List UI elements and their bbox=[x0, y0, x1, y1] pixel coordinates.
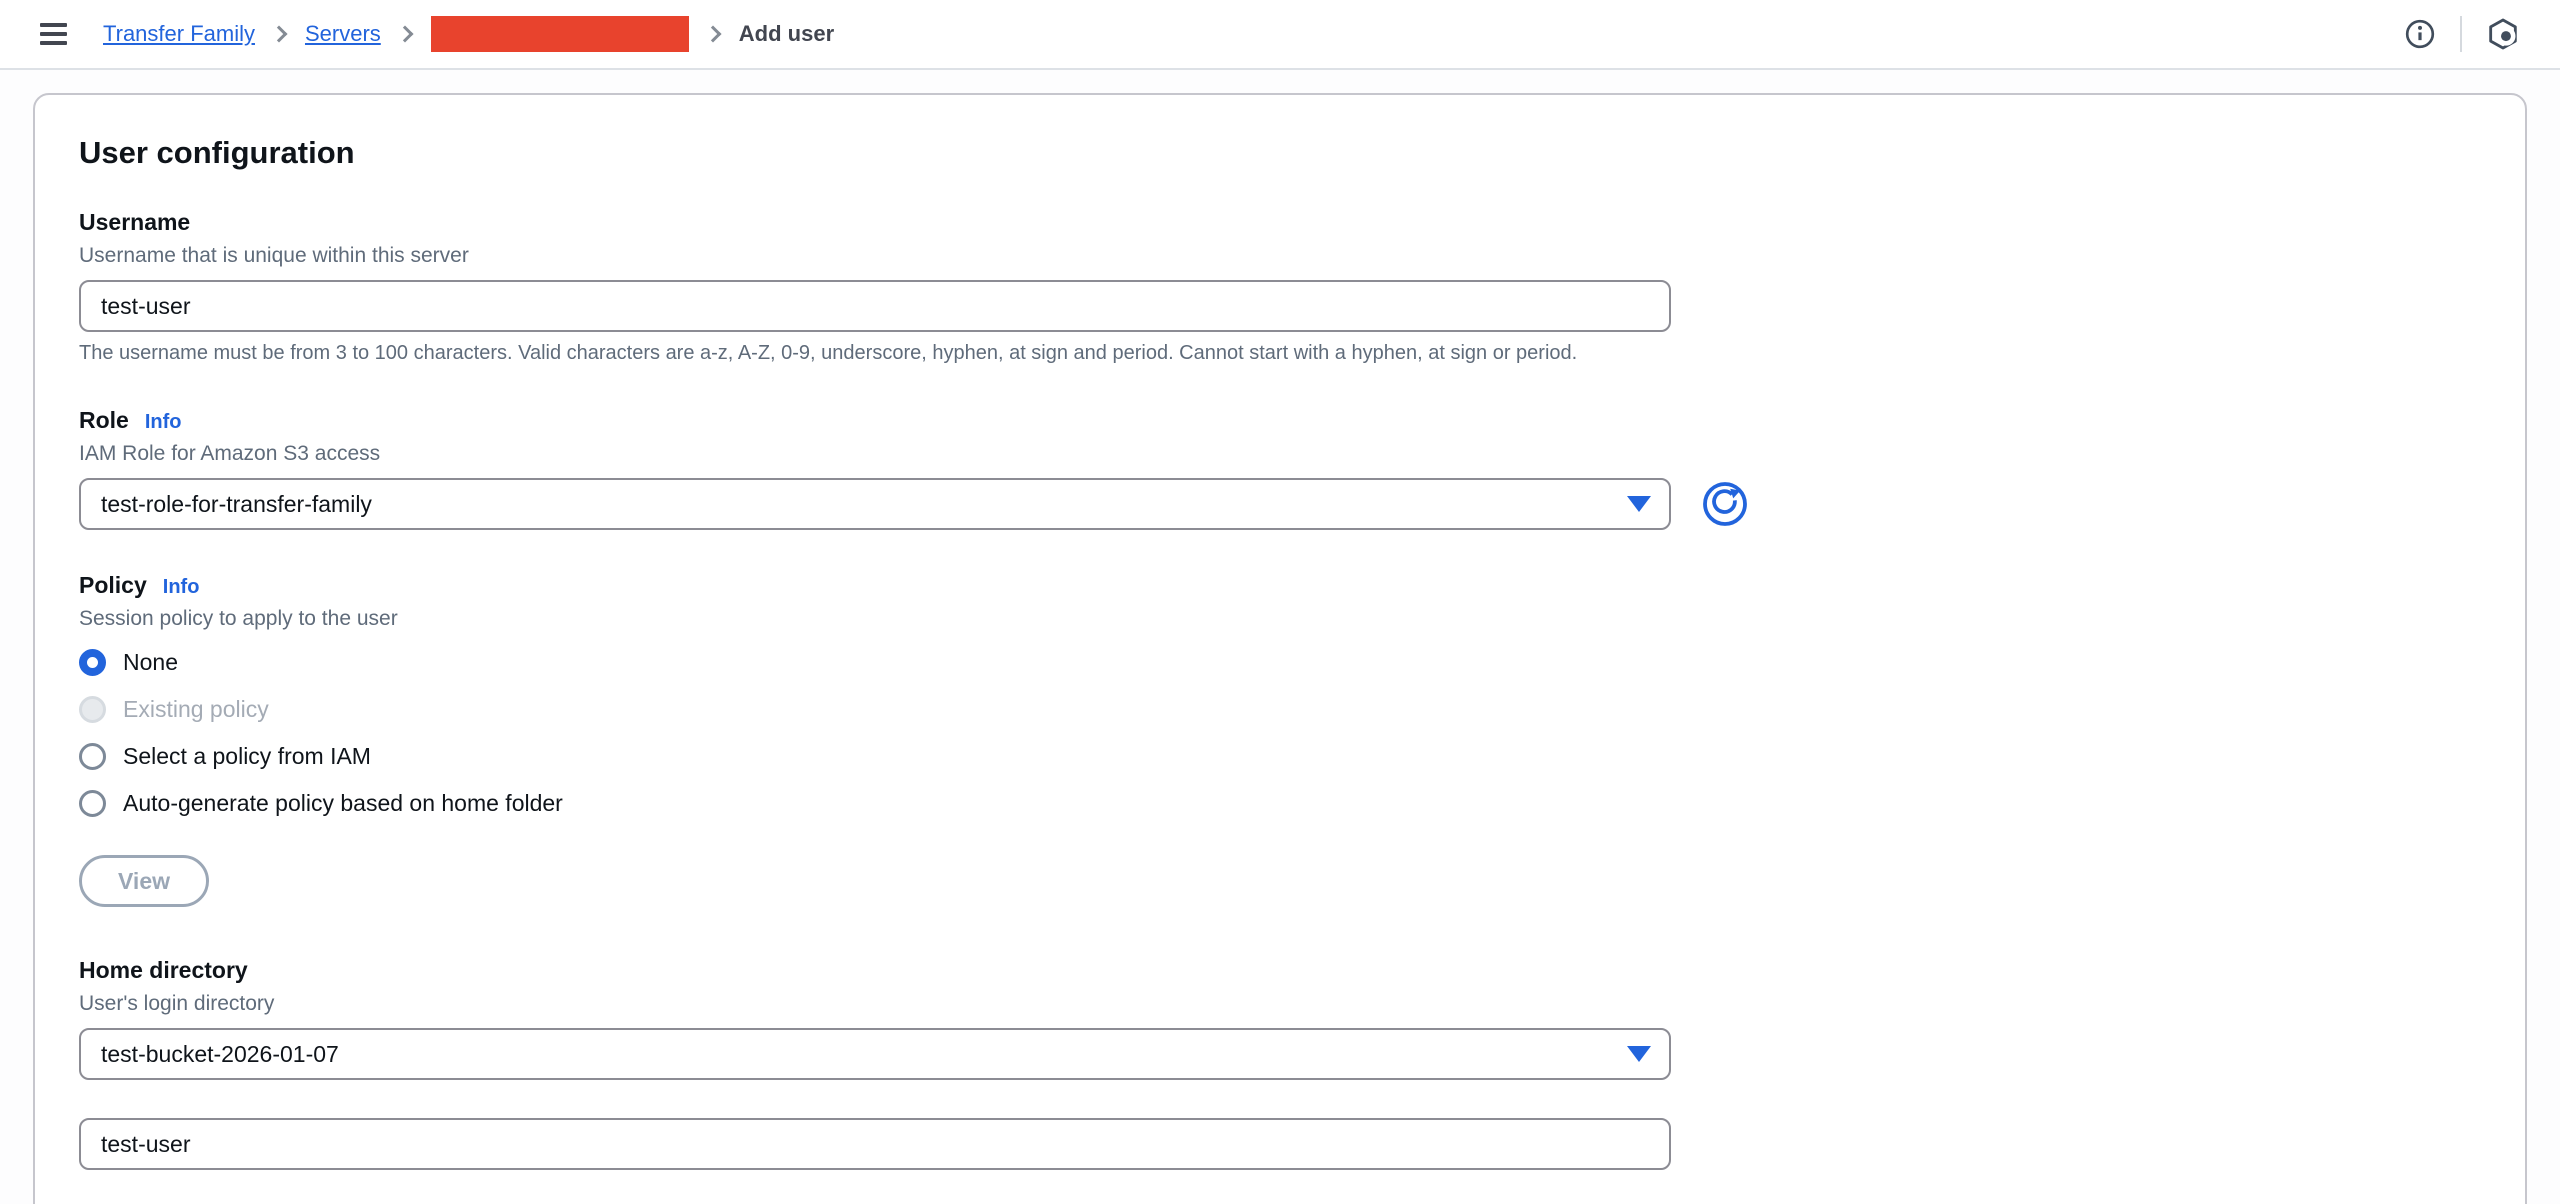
role-section: Role Info IAM Role for Amazon S3 access … bbox=[79, 407, 2481, 530]
role-selected-value: test-role-for-transfer-family bbox=[101, 490, 372, 517]
chevron-right-icon bbox=[270, 25, 288, 43]
policy-info-link[interactable]: Info bbox=[163, 576, 200, 599]
breadcrumb-add-user: Add user bbox=[738, 21, 835, 46]
username-section: Username Username that is unique within … bbox=[79, 209, 2481, 365]
breadcrumb-transfer-family[interactable]: Transfer Family bbox=[103, 21, 255, 47]
role-label: Role bbox=[79, 407, 129, 433]
info-icon[interactable] bbox=[2404, 18, 2436, 50]
role-info-link[interactable]: Info bbox=[145, 411, 182, 434]
refresh-roles-button[interactable] bbox=[1701, 480, 1749, 528]
hexagon-circle-icon[interactable] bbox=[2486, 17, 2520, 51]
policy-option-label: Existing policy bbox=[123, 696, 269, 722]
radio-unselected-icon[interactable] bbox=[79, 743, 106, 770]
user-configuration-panel: User configuration Username Username tha… bbox=[33, 93, 2527, 1204]
policy-option-select-from-iam[interactable]: Select a policy from IAM bbox=[79, 741, 2481, 772]
caret-down-icon bbox=[1627, 1046, 1651, 1062]
username-constraint-text: The username must be from 3 to 100 chara… bbox=[79, 342, 1578, 364]
policy-option-none[interactable]: None bbox=[79, 647, 2481, 678]
home-directory-label: Home directory bbox=[79, 957, 248, 983]
home-directory-path-input[interactable] bbox=[79, 1118, 1671, 1170]
view-policy-button[interactable]: View bbox=[79, 855, 209, 907]
home-directory-bucket-select[interactable]: test-bucket-2026-01-07 bbox=[79, 1028, 1671, 1080]
topbar-actions bbox=[2404, 16, 2520, 52]
policy-option-label: Select a policy from IAM bbox=[123, 743, 371, 769]
role-select[interactable]: test-role-for-transfer-family bbox=[79, 478, 1671, 530]
policy-option-auto-generate[interactable]: Auto-generate policy based on home folde… bbox=[79, 788, 2481, 819]
radio-disabled-icon bbox=[79, 696, 106, 723]
policy-label: Policy bbox=[79, 572, 147, 598]
radio-selected-icon[interactable] bbox=[79, 649, 106, 676]
username-input[interactable] bbox=[79, 280, 1671, 332]
home-directory-selected-value: test-bucket-2026-01-07 bbox=[101, 1040, 339, 1067]
home-directory-description: User's login directory bbox=[79, 992, 275, 1015]
policy-option-label: None bbox=[123, 649, 178, 675]
top-navigation-bar: Transfer Family Servers Add user bbox=[0, 0, 2560, 70]
page-title: User configuration bbox=[79, 135, 355, 170]
policy-section: Policy Info Session policy to apply to t… bbox=[79, 572, 2481, 907]
breadcrumb: Transfer Family Servers Add user bbox=[103, 16, 834, 52]
breadcrumb-server-id-redacted[interactable] bbox=[430, 16, 689, 52]
menu-icon[interactable] bbox=[40, 23, 67, 45]
policy-option-existing-policy: Existing policy bbox=[79, 694, 2481, 725]
role-description: IAM Role for Amazon S3 access bbox=[79, 442, 381, 465]
main-content: User configuration Username Username tha… bbox=[0, 70, 2560, 1204]
divider bbox=[2460, 16, 2462, 52]
breadcrumb-servers[interactable]: Servers bbox=[305, 21, 381, 47]
chevron-right-icon bbox=[704, 25, 722, 43]
policy-description: Session policy to apply to the user bbox=[79, 607, 398, 630]
chevron-right-icon bbox=[396, 25, 414, 43]
home-directory-section: Home directory User's login directory te… bbox=[79, 957, 2481, 1170]
policy-option-label: Auto-generate policy based on home folde… bbox=[123, 790, 563, 816]
radio-unselected-icon[interactable] bbox=[79, 790, 106, 817]
username-description: Username that is unique within this serv… bbox=[79, 244, 469, 267]
caret-down-icon bbox=[1627, 496, 1651, 512]
username-label: Username bbox=[79, 209, 191, 235]
